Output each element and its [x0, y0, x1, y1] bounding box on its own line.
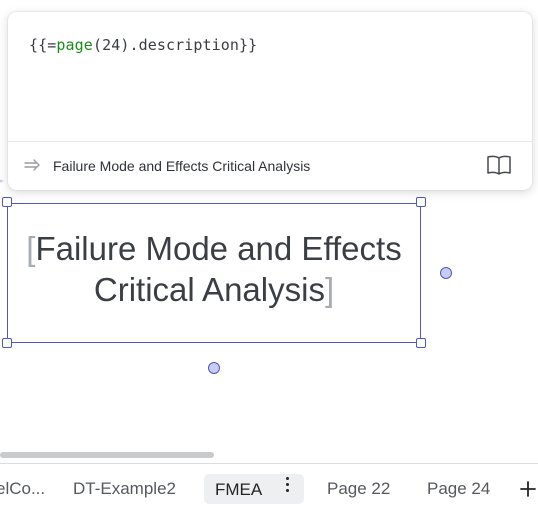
horizontal-scrollbar[interactable] — [0, 452, 214, 458]
tab-page-truncated[interactable]: elCo... — [0, 474, 45, 504]
formula-result-text: Failure Mode and Effects Critical Analys… — [53, 158, 311, 174]
formula-result: Failure Mode and Effects Critical Analys… — [8, 142, 532, 190]
tab-label: DT-Example2 — [73, 479, 176, 498]
more-vertical-icon[interactable] — [280, 474, 294, 495]
resize-handle-top-right[interactable] — [416, 197, 426, 207]
plus-icon[interactable] — [516, 474, 538, 504]
shape-line-1-text: Failure Mode and Effects — [35, 230, 402, 267]
formula-suffix: (24).description}} — [92, 36, 258, 54]
book-icon[interactable] — [486, 153, 512, 177]
formula-function: page — [56, 36, 93, 54]
shape-line-2-text: Critical Analysis — [93, 271, 325, 308]
tab-page-24[interactable]: Page 24 — [427, 474, 490, 504]
tab-label: FMEA — [215, 480, 263, 499]
connection-point-bottom[interactable] — [208, 362, 220, 374]
tab-label: elCo... — [0, 479, 46, 498]
resize-handle-bottom-left[interactable] — [2, 338, 12, 348]
tab-label: Page 22 — [327, 479, 391, 498]
formula-popup: {{=page(24).description}} Failure Mode a… — [8, 12, 532, 190]
shape-text-line-1: [Failure Mode and Effects — [8, 228, 420, 269]
selected-text-shape[interactable]: [Failure Mode and Effects Critical Analy… — [7, 203, 421, 343]
connection-point-right[interactable] — [440, 267, 452, 279]
formula-prefix: {{= — [29, 36, 57, 54]
shape-text-line-2: Critical Analysis] — [8, 269, 420, 310]
page-tabs-bar: elCo... DT-Example2 FMEA Page 22 Page 24 — [0, 464, 538, 508]
tab-label: Page 24 — [427, 479, 491, 498]
tab-dt-example2[interactable]: DT-Example2 — [73, 474, 176, 504]
formula-code[interactable]: {{=page(24).description}} — [29, 36, 257, 54]
shape-text[interactable]: [Failure Mode and Effects Critical Analy… — [8, 228, 420, 310]
close-bracket: ] — [324, 271, 335, 308]
tab-page-22[interactable]: Page 22 — [327, 474, 390, 504]
resize-handle-bottom-right[interactable] — [416, 338, 426, 348]
connector-point-icon[interactable] — [0, 175, 6, 187]
resize-handle-top-left[interactable] — [2, 197, 12, 207]
arrow-right-icon — [24, 159, 40, 171]
tab-fmea[interactable]: FMEA — [204, 474, 305, 504]
